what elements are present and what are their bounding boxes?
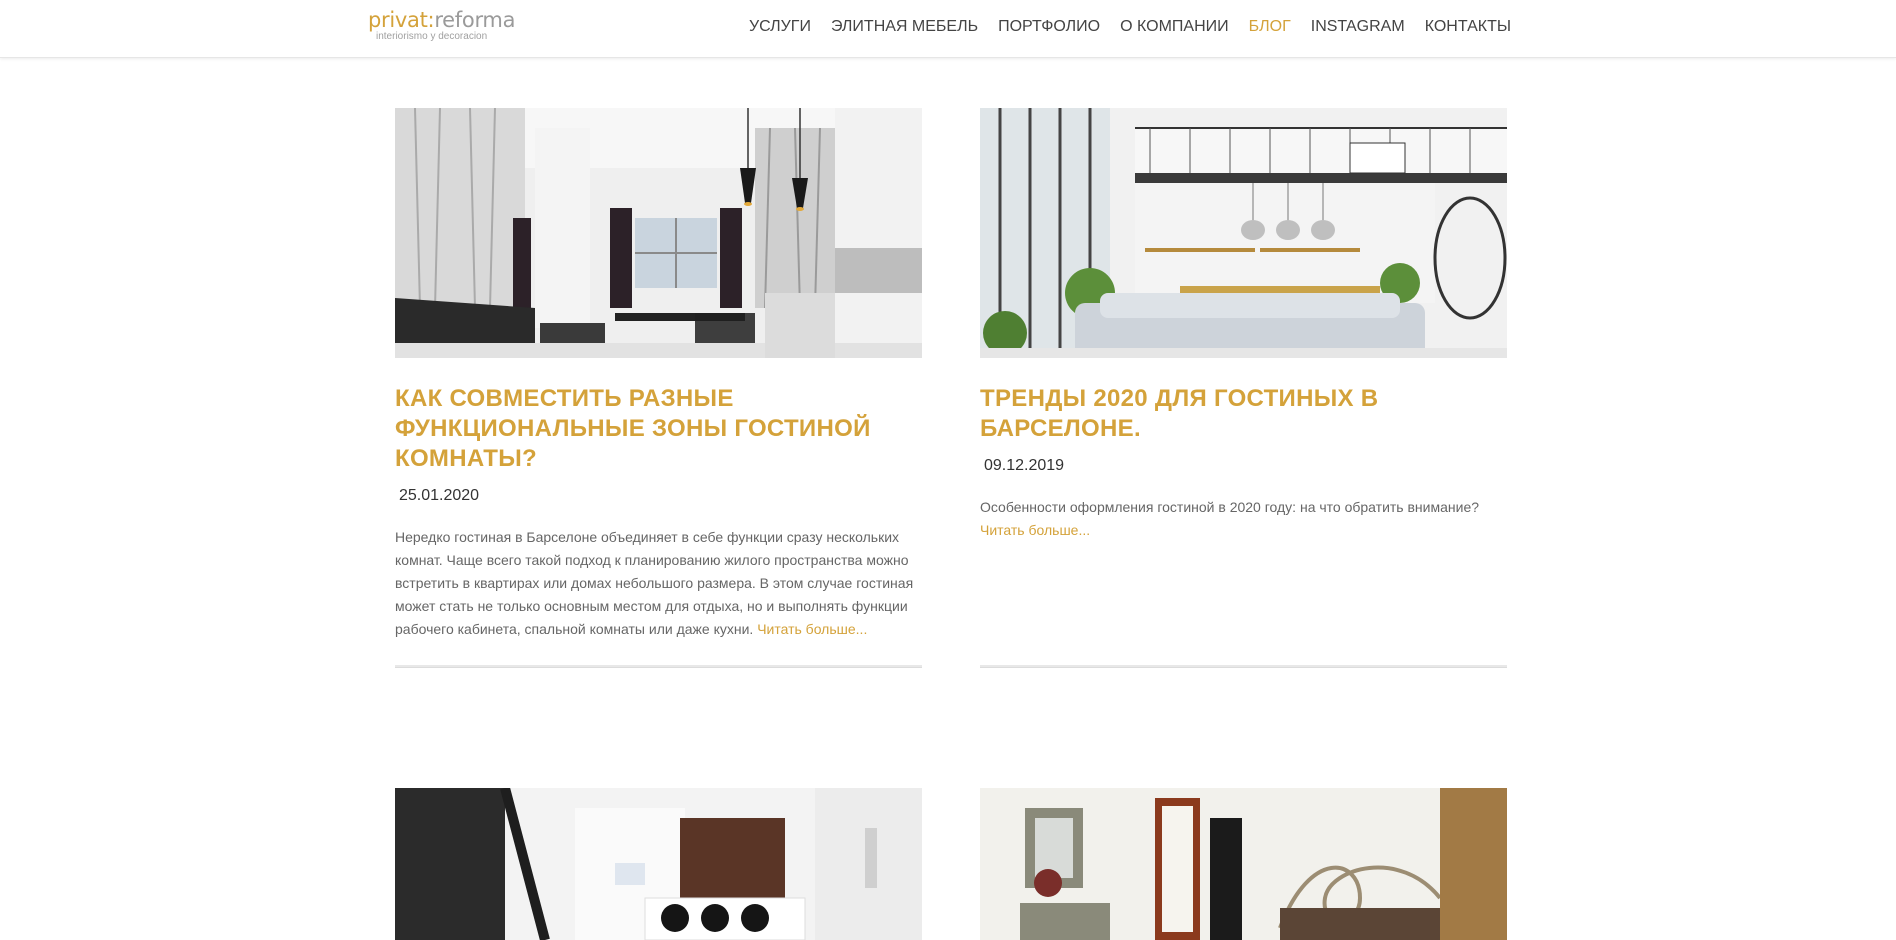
main-nav: УСЛУГИ ЭЛИТНАЯ МЕБЕЛЬ ПОРТФОЛИО О КОМПАН… — [749, 17, 1511, 37]
post-image-graphic — [395, 788, 922, 940]
post-title[interactable]: КАК СОВМЕСТИТЬ РАЗНЫЕ ФУНКЦИОНАЛЬНЫЕ ЗОН… — [395, 384, 922, 474]
post-divider — [980, 665, 1507, 668]
nav-item-blog[interactable]: БЛОГ — [1249, 17, 1291, 37]
nav-item-portfolio[interactable]: ПОРТФОЛИО — [998, 17, 1100, 37]
site-header: privat:reforma interiorismo y decoracion… — [0, 0, 1896, 58]
logo-tagline: interiorismo y decoracion — [376, 31, 488, 42]
blog-post-card: КАК СОВМЕСТИТЬ РАЗНЫЕ ФУНКЦИОНАЛЬНЫЕ ЗОН… — [395, 108, 922, 641]
post-excerpt: Особенности оформления гостиной в 2020 г… — [980, 496, 1507, 542]
post-image[interactable] — [395, 108, 922, 358]
post-image-graphic — [980, 788, 1507, 940]
post-excerpt-text: Особенности оформления гостиной в 2020 г… — [980, 499, 1480, 515]
post-image[interactable] — [980, 108, 1507, 358]
read-more-link[interactable]: Читать больше... — [980, 522, 1090, 538]
logo-wordmark: privat:reforma — [368, 8, 516, 32]
site-logo[interactable]: privat:reforma interiorismo y decoracion — [368, 8, 516, 48]
read-more-link[interactable]: Читать больше... — [757, 621, 867, 637]
post-image[interactable] — [980, 788, 1507, 940]
post-date: 25.01.2020 — [399, 487, 480, 504]
post-divider — [395, 665, 922, 668]
nav-item-contacts[interactable]: КОНТАКТЫ — [1425, 17, 1511, 37]
post-image[interactable] — [395, 788, 922, 940]
post-image-graphic — [980, 108, 1507, 358]
nav-item-about[interactable]: О КОМПАНИИ — [1120, 17, 1229, 37]
nav-item-furniture[interactable]: ЭЛИТНАЯ МЕБЕЛЬ — [831, 17, 978, 37]
nav-item-services[interactable]: УСЛУГИ — [749, 17, 811, 37]
post-title[interactable]: ТРЕНДЫ 2020 ДЛЯ ГОСТИНЫХ В БАРСЕЛОНЕ. — [980, 384, 1507, 444]
post-excerpt: Нередко гостиная в Барселоне объединяет … — [395, 526, 922, 641]
post-date: 09.12.2019 — [984, 457, 1065, 474]
blog-post-card: ТРЕНДЫ 2020 ДЛЯ ГОСТИНЫХ В БАРСЕЛОНЕ. 09… — [980, 108, 1507, 542]
nav-item-instagram[interactable]: INSTAGRAM — [1311, 17, 1405, 37]
post-image-graphic — [395, 108, 922, 358]
